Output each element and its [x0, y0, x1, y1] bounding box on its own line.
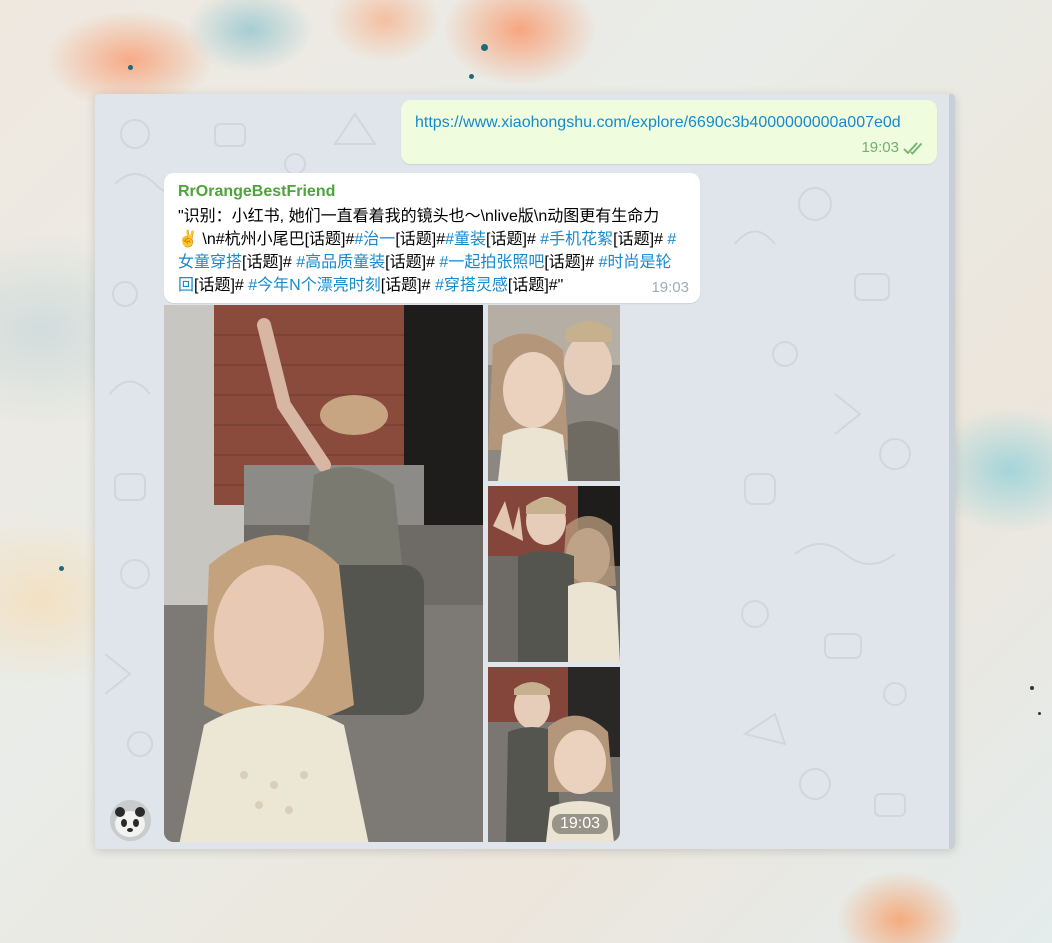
text-part: [话题]# — [613, 231, 668, 248]
chat-history[interactable]: https://www.xiaohongshu.com/explore/6690… — [95, 94, 955, 849]
text-part: [话题]# — [486, 231, 541, 248]
text-part: [话题]# — [385, 254, 440, 271]
message-time: 19:03 — [861, 139, 899, 156]
ink-dot — [59, 566, 64, 571]
hashtag-link[interactable]: #今年N个漂亮时刻 — [248, 277, 380, 294]
outgoing-message-bubble[interactable]: https://www.xiaohongshu.com/explore/6690… — [401, 100, 937, 164]
double-check-icon — [903, 142, 923, 155]
album-photo[interactable] — [164, 305, 483, 842]
photo-image — [164, 305, 483, 842]
message-link[interactable]: https://www.xiaohongshu.com/explore/6690… — [415, 112, 930, 134]
ink-dot — [1030, 686, 1034, 690]
ink-dot — [128, 65, 133, 70]
text-part: [话题]#" — [507, 277, 564, 294]
avatar-image — [110, 800, 151, 841]
sender-name[interactable]: RrOrangeBestFriend — [178, 183, 335, 201]
hashtag-link[interactable]: #手机花絮 — [540, 231, 613, 248]
message-time: 19:03 — [651, 279, 689, 296]
album-photo[interactable] — [488, 486, 620, 662]
album-photo[interactable] — [488, 305, 620, 481]
album-time: 19:03 — [551, 814, 608, 834]
text-part: [话题]# — [194, 277, 249, 294]
sender-avatar[interactable] — [110, 800, 151, 841]
text-part: [话题]# — [242, 254, 297, 271]
hashtag-link[interactable]: #童装 — [445, 231, 486, 248]
hashtag-link[interactable]: #穿搭灵感 — [435, 277, 508, 294]
ink-dot — [469, 74, 474, 79]
text-part: [话题]# — [544, 254, 599, 271]
photo-image — [488, 305, 620, 481]
message-text: "识别：小红书, 她们一直看着我的镜头也～\nlive版\n动图更有生命力✌️ … — [178, 205, 678, 297]
photo-image — [488, 486, 620, 662]
scrollbar[interactable] — [949, 94, 955, 849]
incoming-message-bubble[interactable]: RrOrangeBestFriend "识别：小红书, 她们一直看着我的镜头也～… — [164, 173, 700, 303]
hashtag-link[interactable]: #高品质童装 — [296, 254, 385, 271]
photo-album[interactable]: 19:03 — [164, 305, 620, 842]
hashtag-link[interactable]: #治一 — [354, 231, 395, 248]
ink-dot — [1038, 712, 1041, 715]
text-part: [话题]# — [380, 277, 435, 294]
hashtag-link[interactable]: #一起拍张照吧 — [439, 254, 544, 271]
text-part: [话题]# — [395, 231, 446, 248]
ink-dot — [481, 44, 488, 51]
